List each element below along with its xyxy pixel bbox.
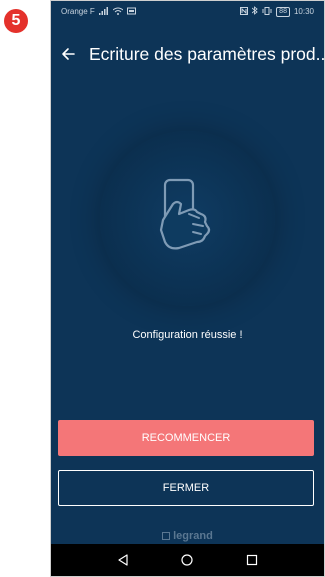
app-bar: Ecriture des paramètres prod... [51, 39, 324, 69]
status-right: 88 10:30 [240, 6, 314, 17]
notification-icon [126, 7, 136, 17]
status-left: Orange F [61, 6, 136, 17]
nav-recents-icon[interactable] [242, 550, 262, 570]
nav-home-icon[interactable] [177, 550, 197, 570]
vibrate-icon [262, 6, 272, 17]
android-nav-bar [51, 544, 324, 576]
page-title: Ecriture des paramètres prod... [89, 43, 325, 64]
signal-icon [98, 6, 109, 17]
clock: 10:30 [293, 7, 314, 16]
brand-name: legrand [173, 530, 213, 542]
back-arrow-icon[interactable] [61, 43, 75, 65]
legrand-logo: legrand [51, 530, 324, 542]
legrand-mark-icon [162, 532, 171, 540]
carrier-name: Orange F [61, 7, 95, 16]
battery-indicator: 88 [276, 6, 290, 17]
nfc-phone-illustration [100, 131, 275, 306]
success-message: Configuration réussie ! [132, 329, 243, 341]
nfc-icon [240, 6, 249, 17]
status-bar: Orange F 88 10:30 [51, 1, 324, 22]
phone-screen: Orange F 88 10:30 Ecriture des paramètre… [50, 0, 325, 577]
restart-button[interactable]: RECOMMENCER [58, 420, 314, 456]
wifi-icon [112, 7, 124, 17]
step-number-badge: 5 [4, 9, 28, 33]
close-button[interactable]: FERMER [58, 470, 314, 506]
hand-holding-phone-icon [159, 178, 210, 249]
nav-back-icon[interactable] [113, 550, 133, 570]
bluetooth-icon [251, 6, 258, 17]
